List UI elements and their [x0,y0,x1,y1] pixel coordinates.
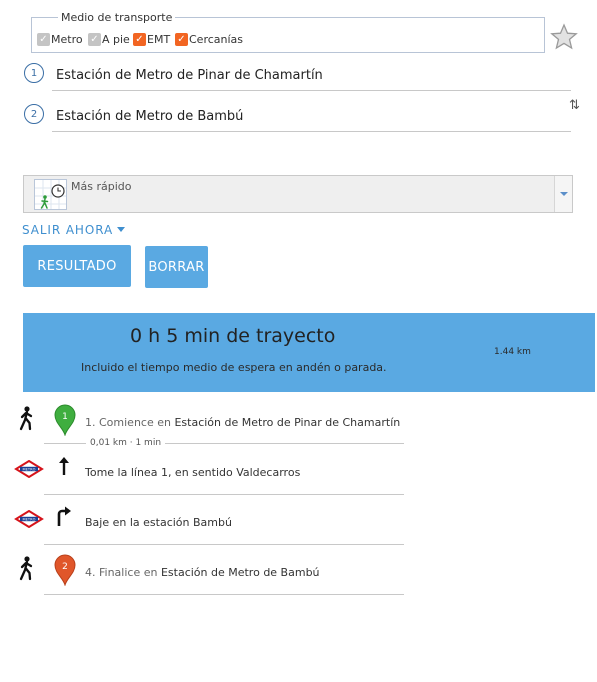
metro-checkbox[interactable]: ✓ [37,32,50,46]
step-2-text: Tome la línea 1, en sentido Valdecarros [85,466,301,479]
depart-now-dropdown[interactable]: SALIR AHORA [22,223,126,237]
route-summary: 0 h 5 min de trayecto Incluido el tiempo… [23,313,595,392]
clear-button[interactable]: BORRAR [145,246,208,288]
swap-stops-icon[interactable]: ⇅ [569,98,580,113]
route-duration: 0 h 5 min de trayecto [130,325,336,347]
favorite-star-icon[interactable] [550,23,578,51]
option-cercanias[interactable]: ✓ Cercanías [175,32,243,46]
route-distance: 1.44 km [494,347,531,357]
straight-arrow-icon [59,457,69,475]
route-type-dropdown-arrow-icon[interactable] [554,176,572,212]
step-4-place: Estación de Metro de Bambú [160,566,320,579]
emt-label: EMT [147,32,171,46]
walk-icon [19,556,33,581]
step-1-text: 1. Comience en Estación de Metro de Pina… [85,416,400,429]
step-4-text: 4. Finalice en Estación de Metro de Bamb… [85,566,320,579]
route-duration-note: Incluido el tiempo medio de espera en an… [81,361,387,374]
segment-info: 0,01 km · 1 min [86,438,166,448]
cercanias-checkbox[interactable]: ✓ [175,32,188,46]
step-1-prefix: 1. Comience en [85,416,171,429]
end-marker-icon: 2 [54,554,76,586]
destination-input[interactable]: Estación de Metro de Bambú [52,102,571,132]
transport-legend: Medio de transporte [58,11,176,24]
metro-label: Metro [51,32,83,46]
metro-logo-icon: METRO [14,510,44,528]
result-button[interactable]: RESULTADO [23,245,131,287]
step-divider [44,494,404,495]
option-metro[interactable]: ✓ Metro [37,32,83,46]
cercanias-label: Cercanías [189,32,244,46]
step-divider [44,544,404,545]
metro-logo-icon: METRO [14,460,44,478]
route-type-label: Más rápido [71,180,132,193]
a-pie-checkbox[interactable]: ✓ [88,32,101,46]
option-a-pie[interactable]: ✓ A pie [88,32,130,46]
origin-number-icon: 1 [24,63,44,83]
step-divider [44,594,404,595]
emt-checkbox[interactable]: ✓ [133,32,146,46]
turn-right-arrow-icon [57,506,71,526]
fastest-route-icon [34,179,67,210]
start-marker-icon: 1 [54,404,76,436]
end-marker-number: 2 [62,562,68,572]
step-3-text: Baje en la estación Bambú [85,516,232,529]
a-pie-label: A pie [102,32,130,46]
start-marker-number: 1 [62,412,68,422]
origin-input[interactable]: Estación de Metro de Pinar de Chamartín [52,61,571,91]
depart-now-label: SALIR AHORA [22,223,114,237]
walk-icon [19,406,33,431]
step-4-prefix: 4. Finalice en [85,566,158,579]
destination-number-icon: 2 [24,104,44,124]
transport-mode-group: Medio de transporte ✓ Metro ✓ A pie ✓ EM… [31,11,545,53]
option-emt[interactable]: ✓ EMT [133,32,170,46]
step-1-place: Estación de Metro de Pinar de Chamartín [174,416,401,429]
route-type-select[interactable]: Más rápido [23,175,573,213]
caret-down-icon [117,226,126,232]
svg-text:METRO: METRO [23,517,36,521]
svg-text:METRO: METRO [23,467,36,471]
